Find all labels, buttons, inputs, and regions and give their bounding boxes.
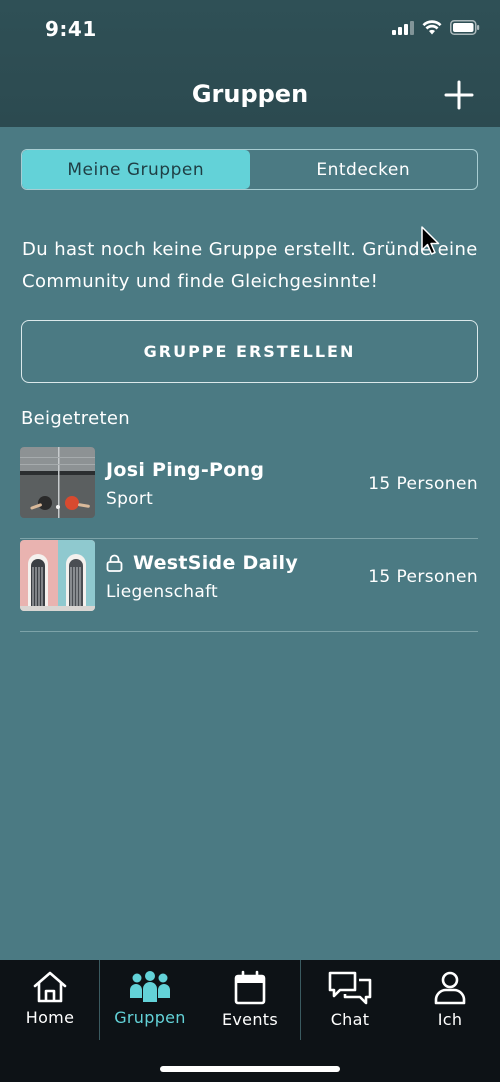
empty-state-message: Du hast noch keine Gruppe erstellt. Grün… xyxy=(22,239,478,292)
segmented-control: Meine Gruppen Entdecken xyxy=(21,149,478,190)
home-icon xyxy=(33,971,67,1003)
top-header: 9:41 Gruppen xyxy=(0,0,500,127)
group-name: WestSide Daily xyxy=(106,552,298,574)
calendar-icon xyxy=(234,970,266,1005)
tab-label: Gruppen xyxy=(114,1008,186,1027)
group-thumbnail xyxy=(20,540,95,611)
group-member-count: 15 Personen xyxy=(368,474,478,494)
signal-icon xyxy=(392,20,414,35)
group-thumbnail xyxy=(20,447,95,518)
home-indicator[interactable] xyxy=(160,1066,340,1072)
tab-home[interactable]: Home xyxy=(0,960,100,1040)
group-category: Sport xyxy=(106,489,154,509)
group-name: Josi Ping-Pong xyxy=(106,459,264,481)
joined-section-title: Beigetreten xyxy=(21,408,130,429)
battery-icon xyxy=(450,20,480,35)
status-icons xyxy=(392,20,480,35)
group-name-text: Josi Ping-Pong xyxy=(106,459,265,481)
group-row-westside-daily[interactable]: WestSide Daily Liegenschaft 15 Personen xyxy=(20,540,478,632)
add-group-button[interactable] xyxy=(444,80,474,110)
tab-bar: Home Gruppen Events Chat Ich xyxy=(0,960,500,1082)
tab-label: Ich xyxy=(437,1010,463,1029)
tab-ich[interactable]: Ich xyxy=(400,960,500,1040)
tab-events[interactable]: Events xyxy=(200,960,300,1040)
tab-label: Events xyxy=(222,1010,278,1029)
person-icon xyxy=(434,971,466,1005)
tab-chat[interactable]: Chat xyxy=(300,960,400,1040)
lock-icon xyxy=(106,554,123,572)
tab-gruppen[interactable]: Gruppen xyxy=(100,960,200,1040)
group-member-count: 15 Personen xyxy=(368,567,478,587)
mouse-cursor-icon xyxy=(421,226,440,255)
wifi-icon xyxy=(422,20,442,35)
segment-entdecken[interactable]: Entdecken xyxy=(250,150,478,189)
group-category: Liegenschaft xyxy=(106,582,219,602)
tab-label: Home xyxy=(25,1008,75,1027)
chat-icon xyxy=(328,971,372,1005)
group-name-text: WestSide Daily xyxy=(133,552,299,574)
page-title: Gruppen xyxy=(191,80,309,108)
group-row-josi-ping-pong[interactable]: Josi Ping-Pong Sport 15 Personen xyxy=(20,447,478,539)
tab-label: Chat xyxy=(330,1010,370,1029)
status-time: 9:41 xyxy=(45,17,97,41)
segment-meine-gruppen[interactable]: Meine Gruppen xyxy=(22,150,250,189)
groups-icon xyxy=(130,971,170,1002)
create-group-button[interactable]: GRUPPE ERSTELLEN xyxy=(21,320,478,383)
status-bar: 9:41 xyxy=(0,0,500,60)
